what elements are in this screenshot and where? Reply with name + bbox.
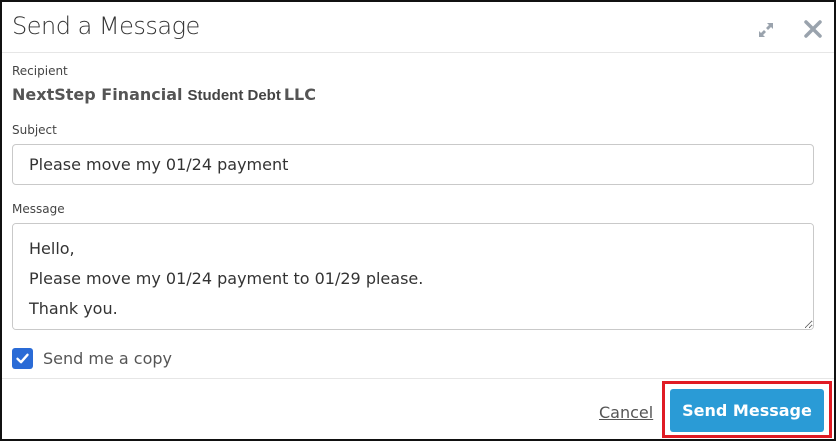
send-copy-checkbox[interactable] — [12, 347, 33, 369]
message-textarea[interactable]: Hello, Please move my 01/24 payment to 0… — [12, 223, 814, 330]
dialog-header: Send a Message — [2, 2, 834, 53]
recipient-name-part1: NextStep Financial — [12, 85, 183, 104]
send-button-highlight: Send Message — [662, 381, 832, 438]
send-message-dialog: Send a Message Recipient NextStep Financ… — [0, 0, 836, 441]
expand-icon — [759, 23, 773, 37]
dialog-footer: Cancel Send Message — [2, 378, 834, 439]
dialog-title: Send a Message — [12, 12, 200, 40]
close-button[interactable] — [802, 18, 824, 40]
recipient-name-part2: Student Debt — [187, 87, 281, 104]
send-copy-label: Send me a copy — [43, 348, 172, 368]
recipient-name-part3: LLC — [283, 85, 316, 104]
cancel-button[interactable]: Cancel — [599, 403, 653, 422]
recipient-label: Recipient — [12, 64, 68, 78]
message-label: Message — [12, 202, 65, 216]
close-icon — [804, 20, 822, 38]
send-copy-option: Send me a copy — [12, 345, 172, 371]
send-message-button[interactable]: Send Message — [670, 389, 824, 432]
check-icon — [16, 353, 29, 363]
expand-button[interactable] — [756, 20, 776, 40]
subject-input[interactable] — [12, 144, 814, 185]
subject-label: Subject — [12, 123, 57, 137]
recipient-name: NextStep Financial Student Debt LLC — [12, 85, 316, 104]
